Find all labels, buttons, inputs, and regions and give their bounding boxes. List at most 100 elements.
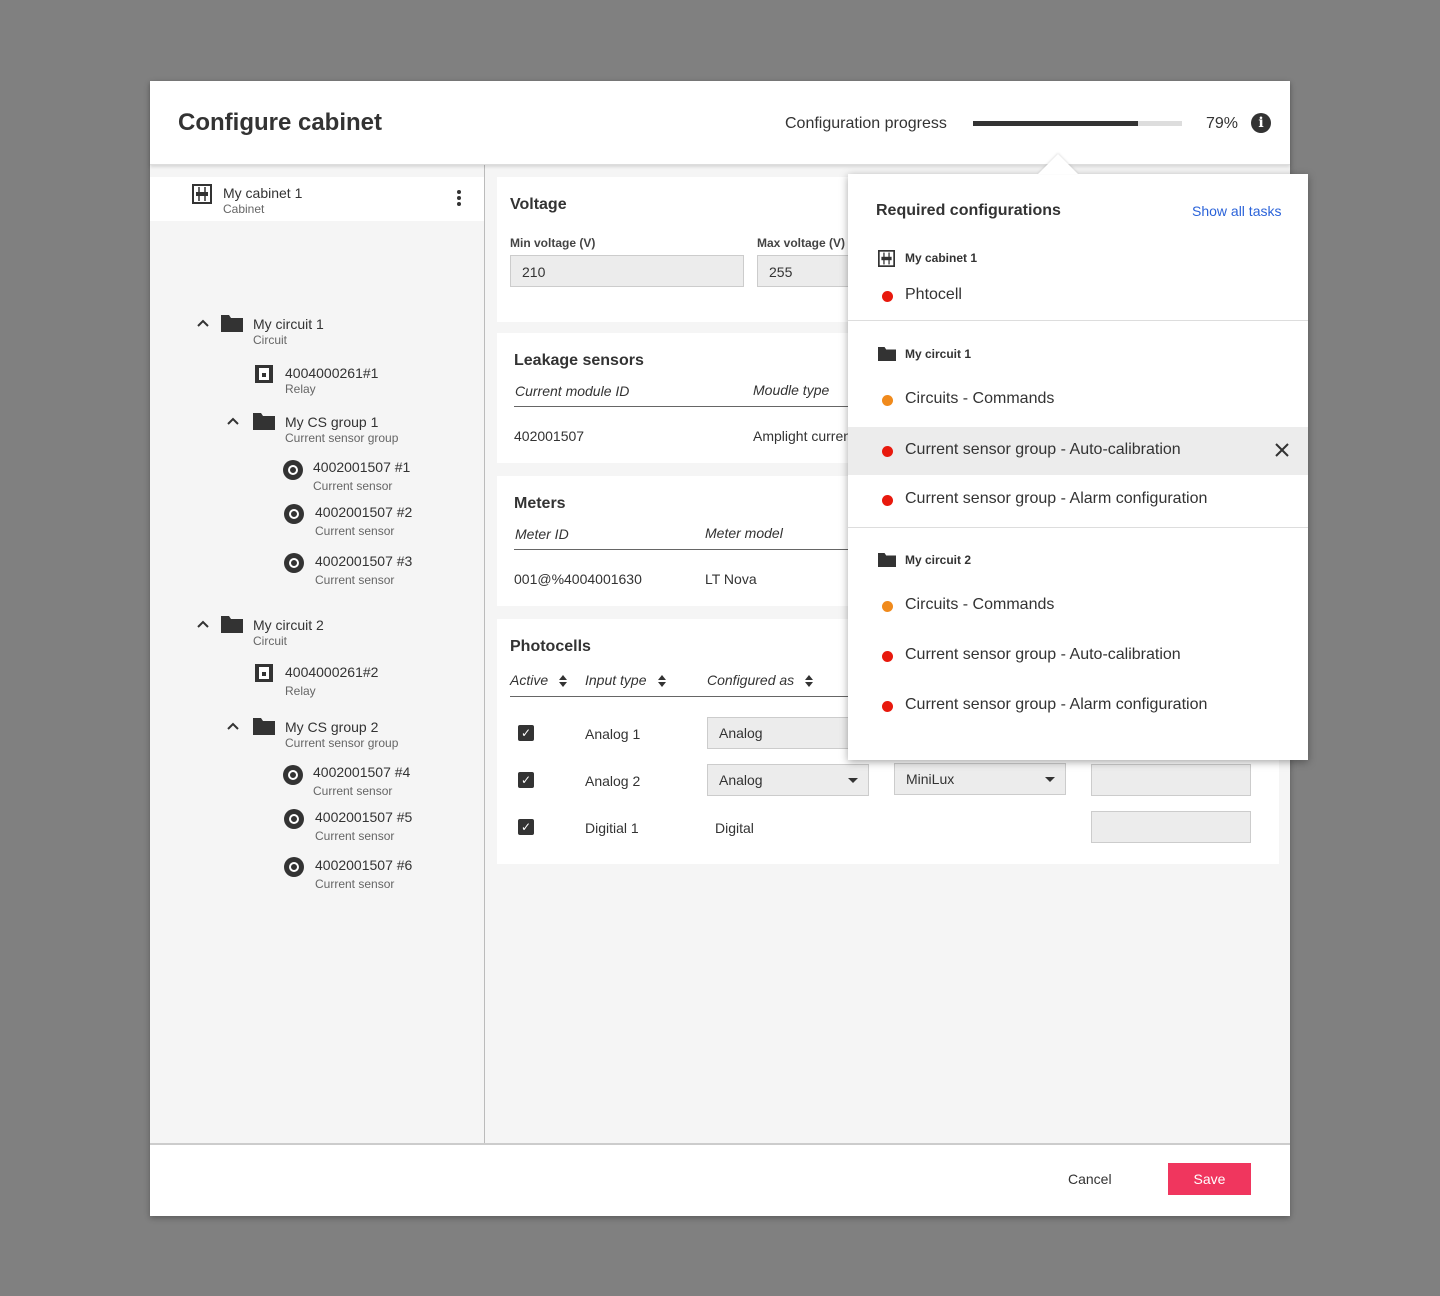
task-item[interactable]: Circuits - Commands bbox=[848, 376, 1308, 424]
folder-icon bbox=[253, 413, 275, 430]
sort-icon bbox=[657, 675, 666, 688]
current-sensor-icon bbox=[283, 460, 303, 480]
max-voltage-label: Max voltage (V) bbox=[757, 236, 846, 250]
popover-title: Required configurations bbox=[876, 202, 1061, 219]
status-dot-red bbox=[882, 446, 893, 457]
status-dot-red bbox=[882, 495, 893, 506]
folder-icon bbox=[878, 347, 896, 361]
col-input-type[interactable]: Input type bbox=[585, 672, 667, 688]
status-dot-red bbox=[882, 651, 893, 662]
col-module-type: Moudle type bbox=[753, 382, 830, 398]
folder-icon bbox=[253, 718, 275, 735]
photocells-title: Photocells bbox=[510, 638, 591, 655]
chevron-up-icon[interactable] bbox=[226, 721, 240, 731]
tree-item-sensor-2[interactable]: 4002001507 #2 Current sensor bbox=[315, 504, 412, 538]
divider bbox=[848, 527, 1308, 528]
cabinet-icon bbox=[192, 184, 212, 204]
tree-item-sensor-6[interactable]: 4002001507 #6 Current sensor bbox=[315, 857, 412, 891]
task-item[interactable]: Current sensor group - Auto-calibration bbox=[848, 632, 1308, 680]
progress-bar-fill bbox=[973, 121, 1139, 126]
current-sensor-icon bbox=[284, 857, 304, 877]
active-checkbox[interactable]: ✓ bbox=[518, 725, 534, 741]
col-meter-id: Meter ID bbox=[515, 526, 569, 542]
task-item[interactable]: Phtocell bbox=[848, 272, 1308, 320]
popover-arrow bbox=[1038, 154, 1078, 174]
cancel-button[interactable]: Cancel bbox=[1068, 1171, 1112, 1187]
relay-icon bbox=[255, 664, 273, 682]
leakage-title: Leakage sensors bbox=[514, 352, 644, 369]
close-icon[interactable] bbox=[1274, 442, 1290, 458]
min-voltage-label: Min voltage (V) bbox=[510, 236, 596, 250]
chevron-up-icon[interactable] bbox=[196, 318, 210, 328]
current-sensor-icon bbox=[284, 809, 304, 829]
dialog-footer: Cancel Save bbox=[150, 1143, 1290, 1216]
meters-title: Meters bbox=[514, 495, 566, 512]
current-sensor-icon bbox=[284, 504, 304, 524]
tree-item-sensor-3[interactable]: 4002001507 #3 Current sensor bbox=[315, 553, 412, 587]
cabinet-icon bbox=[878, 250, 895, 267]
voltage-title: Voltage bbox=[510, 196, 567, 213]
photocell-value-input[interactable] bbox=[1091, 811, 1251, 843]
required-configurations-popover: Required configurations Show all tasks M… bbox=[848, 174, 1308, 760]
progress-label: Configuration progress bbox=[785, 115, 947, 132]
configured-as-cell: Digital bbox=[715, 820, 754, 836]
sort-icon bbox=[805, 675, 814, 688]
tree-item-cs-group-2[interactable]: My CS group 2 Current sensor group bbox=[285, 719, 398, 750]
configured-as-select[interactable]: Analog bbox=[707, 764, 869, 796]
tree-item-cs-group-1[interactable]: My CS group 1 Current sensor group bbox=[285, 414, 398, 445]
min-voltage-input[interactable]: 210 bbox=[510, 255, 744, 287]
relay-icon bbox=[255, 365, 273, 383]
col-active[interactable]: Active bbox=[510, 672, 568, 688]
caret-down-icon bbox=[848, 778, 858, 783]
divider bbox=[848, 320, 1308, 321]
dialog-header: Configure cabinet Configuration progress… bbox=[150, 81, 1290, 165]
meter-model: LT Nova bbox=[705, 571, 757, 587]
sort-icon bbox=[559, 675, 568, 688]
current-sensor-icon bbox=[283, 765, 303, 785]
folder-icon bbox=[878, 553, 896, 567]
leakage-module-id: 402001507 bbox=[514, 428, 585, 444]
info-icon[interactable]: i bbox=[1251, 113, 1271, 133]
leakage-module-type: Amplight curren bbox=[753, 428, 852, 444]
tree-item-relay-2[interactable]: 4004000261#2 Relay bbox=[285, 664, 378, 698]
folder-icon bbox=[221, 315, 243, 332]
save-button[interactable]: Save bbox=[1168, 1163, 1251, 1195]
active-checkbox[interactable]: ✓ bbox=[518, 772, 534, 788]
configured-as-select[interactable]: Analog bbox=[707, 717, 869, 749]
tree-item-sensor-5[interactable]: 4002001507 #5 Current sensor bbox=[315, 809, 412, 843]
tree-item-relay-1[interactable]: 4004000261#1 Relay bbox=[285, 365, 378, 396]
task-item[interactable]: Circuits - Commands bbox=[848, 582, 1308, 630]
photocell-value-input[interactable] bbox=[1091, 764, 1251, 796]
cabinet-tree: My cabinet 1 Cabinet My circuit 1 Circui… bbox=[150, 165, 485, 1143]
status-dot-orange bbox=[882, 601, 893, 612]
chevron-up-icon[interactable] bbox=[226, 416, 240, 426]
folder-icon bbox=[221, 616, 243, 633]
col-meter-model: Meter model bbox=[705, 525, 783, 541]
photocell-model-select[interactable]: MiniLux bbox=[894, 763, 1066, 795]
status-dot-orange bbox=[882, 395, 893, 406]
caret-down-icon bbox=[1045, 777, 1055, 782]
more-vert-icon[interactable] bbox=[456, 189, 462, 207]
tree-item-sensor-1[interactable]: 4002001507 #1 Current sensor bbox=[313, 459, 410, 493]
task-item[interactable]: Current sensor group - Alarm configurati… bbox=[848, 476, 1308, 524]
tree-item-circuit-1[interactable]: My circuit 1 Circuit bbox=[253, 316, 324, 347]
status-dot-red bbox=[882, 291, 893, 302]
meter-id: 001@%4004001630 bbox=[514, 571, 642, 587]
progress-percent: 79% bbox=[1206, 115, 1239, 132]
task-item-highlighted[interactable]: Current sensor group - Auto-calibration bbox=[848, 427, 1308, 475]
show-all-tasks-link[interactable]: Show all tasks bbox=[1192, 203, 1281, 219]
col-current-module-id: Current module ID bbox=[515, 383, 630, 399]
active-checkbox[interactable]: ✓ bbox=[518, 819, 534, 835]
input-type-cell: Analog 2 bbox=[585, 773, 641, 789]
tree-item-cabinet[interactable]: My cabinet 1 Cabinet bbox=[223, 185, 302, 216]
tree-item-sensor-4[interactable]: 4002001507 #4 Current sensor bbox=[313, 764, 410, 798]
input-type-cell: Digitial 1 bbox=[585, 820, 639, 836]
tree-item-circuit-2[interactable]: My circuit 2 Circuit bbox=[253, 617, 324, 648]
page-title: Configure cabinet bbox=[178, 109, 383, 136]
status-dot-red bbox=[882, 701, 893, 712]
current-sensor-icon bbox=[284, 553, 304, 573]
task-item[interactable]: Current sensor group - Alarm configurati… bbox=[848, 682, 1308, 730]
chevron-up-icon[interactable] bbox=[196, 619, 210, 629]
col-configured-as[interactable]: Configured as bbox=[707, 672, 814, 688]
input-type-cell: Analog 1 bbox=[585, 726, 641, 742]
